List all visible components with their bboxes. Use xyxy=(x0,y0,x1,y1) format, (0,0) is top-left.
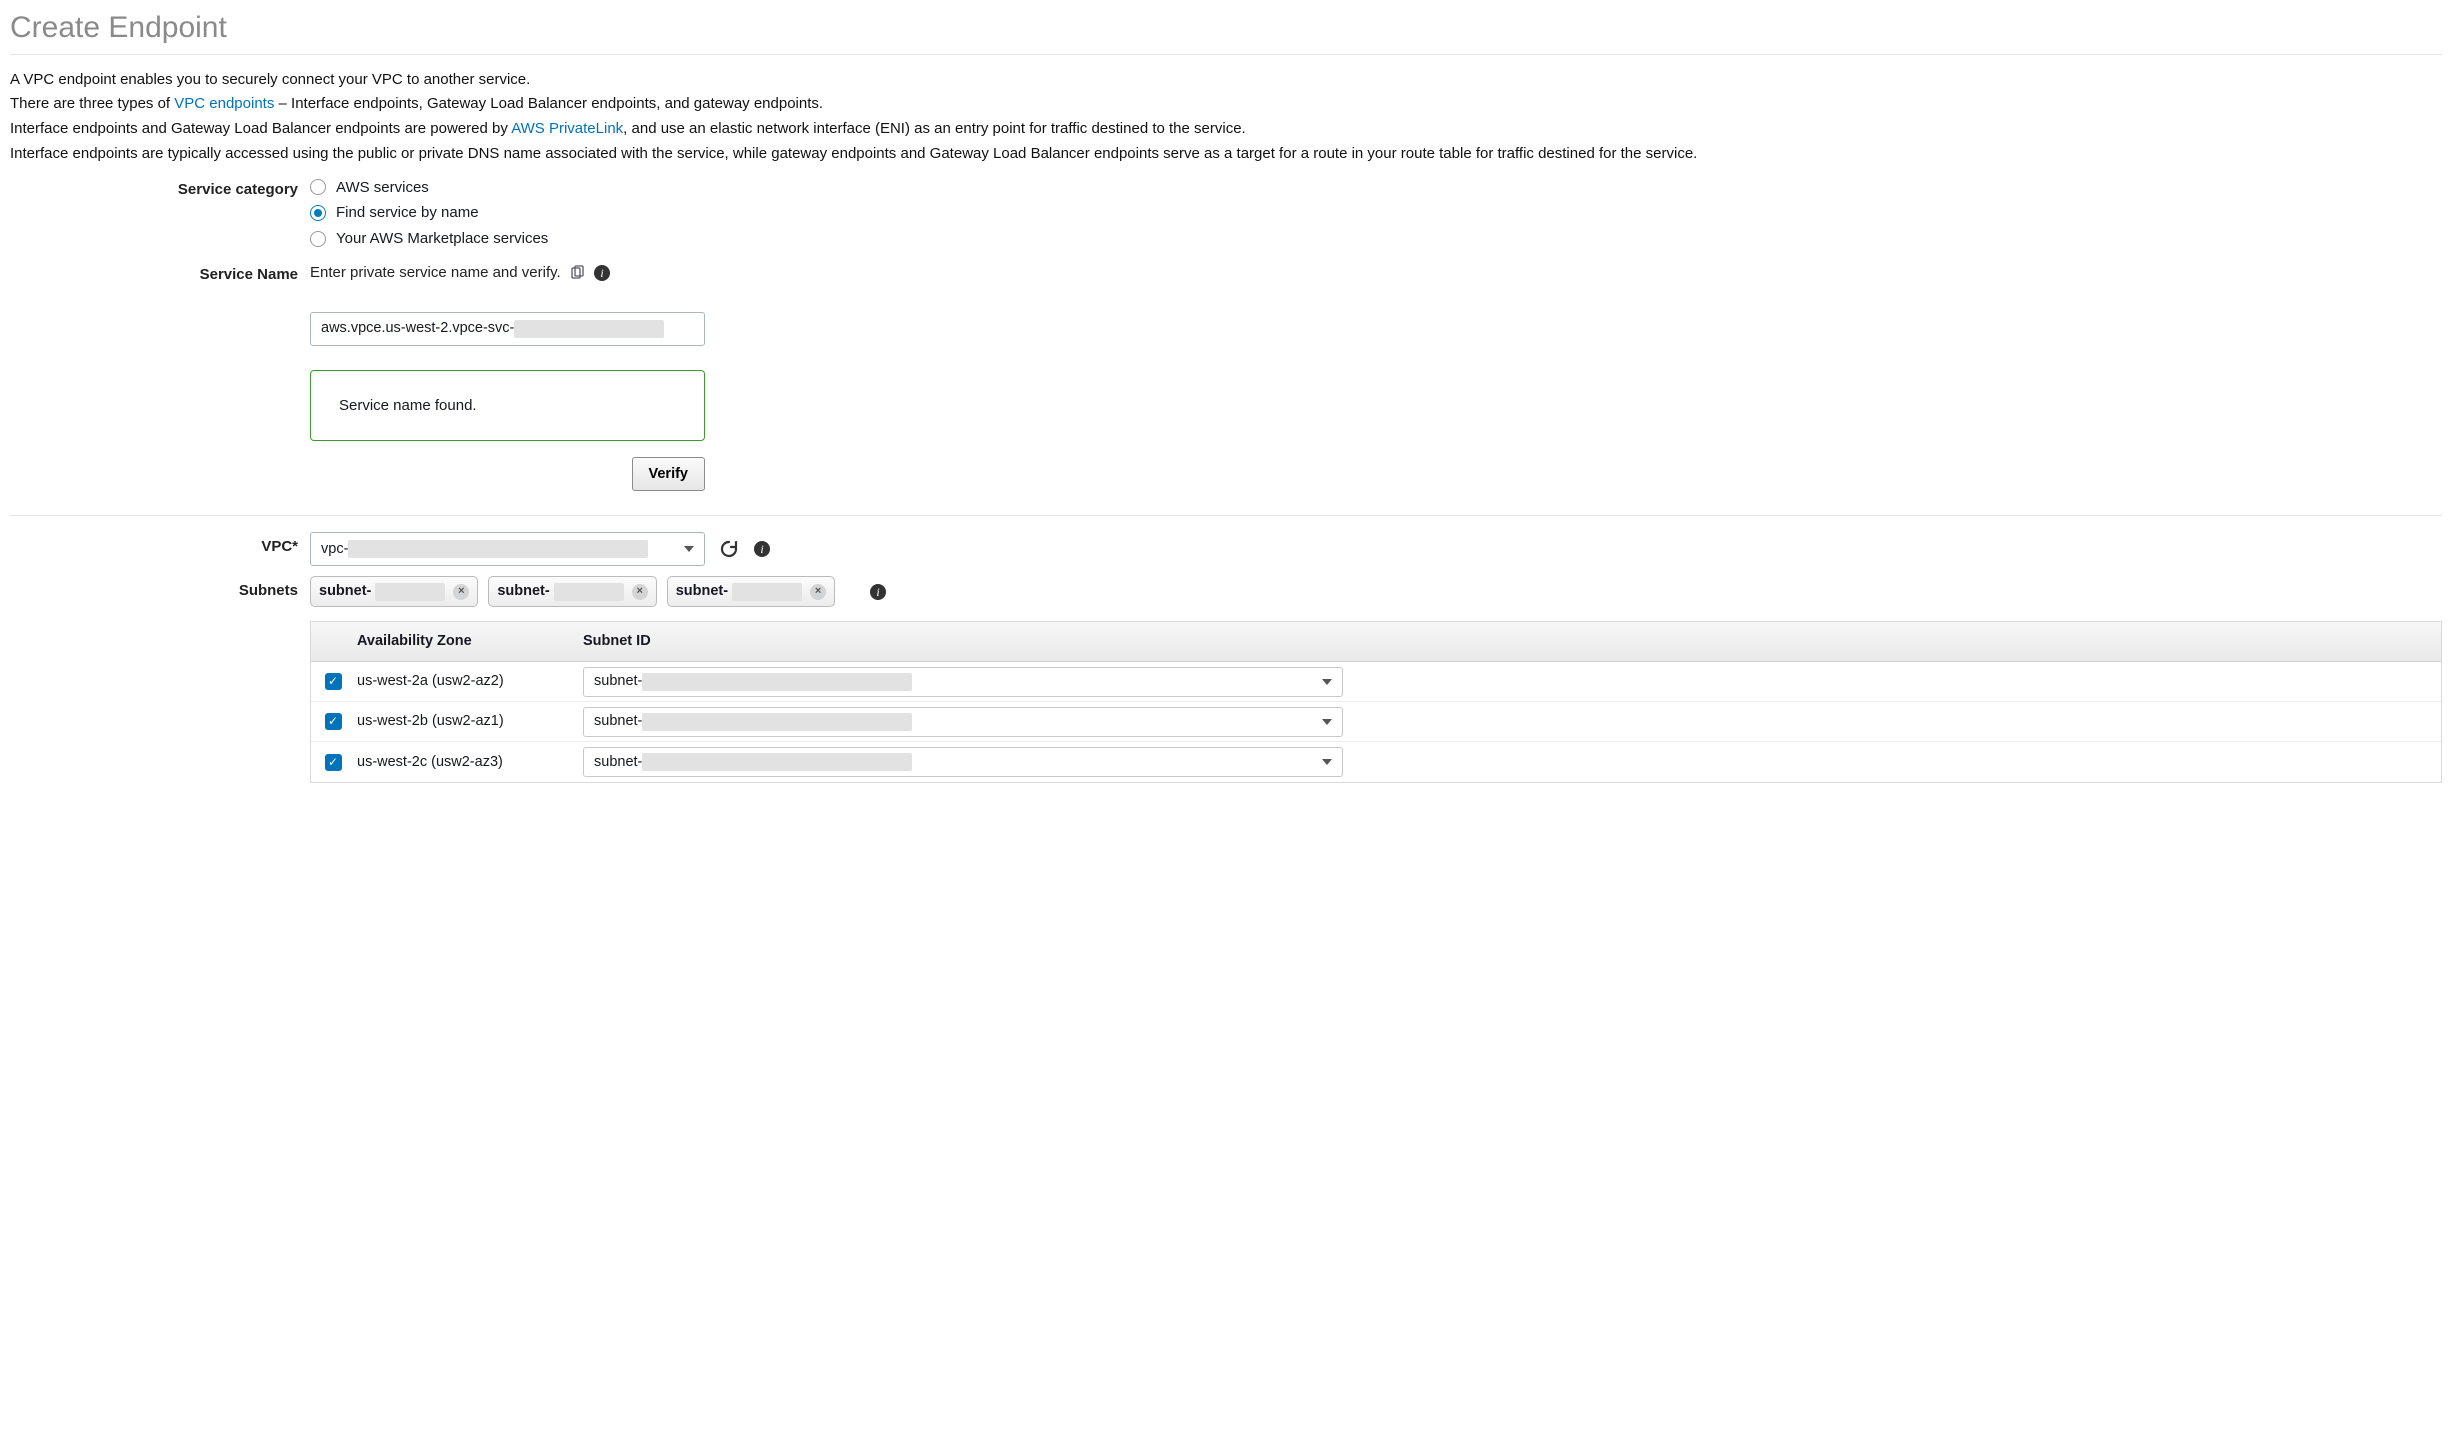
subnet-id-select[interactable]: subnet- xyxy=(583,707,1343,737)
table-row: ✓ us-west-2b (usw2-az1)subnet- xyxy=(311,702,2441,742)
masked-value xyxy=(554,583,624,601)
subnet-id-select[interactable]: subnet- xyxy=(583,747,1343,777)
intro-p4: Interface endpoints are typically access… xyxy=(10,143,2442,165)
service-category-label: Service category xyxy=(10,175,310,201)
subnet-chip-label: subnet- xyxy=(497,581,549,602)
info-icon[interactable]: i xyxy=(593,264,611,282)
info-icon[interactable]: i xyxy=(753,540,771,558)
chevron-down-icon xyxy=(1322,759,1332,765)
close-icon[interactable]: × xyxy=(810,584,826,600)
subnet-row-checkbox[interactable]: ✓ xyxy=(325,754,342,771)
table-row: ✓ us-west-2c (usw2-az3)subnet- xyxy=(311,742,2441,782)
svg-text:i: i xyxy=(760,542,763,556)
service-category-option-label: Your AWS Marketplace services xyxy=(336,228,548,250)
subnets-label: Subnets xyxy=(10,576,310,602)
intro-p3: Interface endpoints and Gateway Load Bal… xyxy=(10,118,2442,140)
vpc-endpoints-link[interactable]: VPC endpoints xyxy=(174,95,274,112)
service-category-radio[interactable] xyxy=(310,179,326,195)
subnet-chip[interactable]: subnet- × xyxy=(488,576,656,607)
subnet-chip[interactable]: subnet- × xyxy=(310,576,478,607)
copy-icon[interactable] xyxy=(569,265,585,281)
subnets-table: Availability Zone Subnet ID ✓ us-west-2a … xyxy=(310,621,2442,783)
subnet-chip-label: subnet- xyxy=(676,581,728,602)
info-icon[interactable]: i xyxy=(869,583,887,601)
vpc-select[interactable]: vpc- xyxy=(310,532,705,566)
service-name-label: Service Name xyxy=(10,262,310,286)
service-category-option-label: AWS services xyxy=(336,177,429,199)
subnet-chip[interactable]: subnet- × xyxy=(667,576,835,607)
divider xyxy=(10,54,2442,55)
table-header-az: Availability Zone xyxy=(355,631,581,652)
table-row: ✓ us-west-2a (usw2-az2)subnet- xyxy=(311,662,2441,702)
intro-p2: There are three types of VPC endpoints –… xyxy=(10,93,2442,115)
masked-value xyxy=(732,583,802,601)
refresh-icon[interactable] xyxy=(719,539,739,559)
close-icon[interactable]: × xyxy=(632,584,648,600)
availability-zone-cell: us-west-2c (usw2-az3) xyxy=(355,752,581,773)
subnet-chip-label: subnet- xyxy=(319,581,371,602)
vpc-label: VPC* xyxy=(10,532,310,558)
subnet-row-checkbox[interactable]: ✓ xyxy=(325,713,342,730)
service-category-radio[interactable] xyxy=(310,231,326,247)
availability-zone-cell: us-west-2b (usw2-az1) xyxy=(355,711,581,732)
availability-zone-cell: us-west-2a (usw2-az2) xyxy=(355,671,581,692)
table-header-subnet: Subnet ID xyxy=(581,631,2441,652)
service-name-success: Service name found. xyxy=(310,370,705,442)
service-category-radio[interactable] xyxy=(310,205,326,221)
service-category-option-label: Find service by name xyxy=(336,202,479,224)
verify-button[interactable]: Verify xyxy=(632,457,706,491)
subnet-row-checkbox[interactable]: ✓ xyxy=(325,673,342,690)
chevron-down-icon xyxy=(1322,679,1332,685)
close-icon[interactable]: × xyxy=(453,584,469,600)
divider xyxy=(10,515,2442,516)
page-title: Create Endpoint xyxy=(10,6,2442,50)
service-name-input[interactable]: aws.vpce.us-west-2.vpce-svc- xyxy=(310,312,705,346)
intro-p1: A VPC endpoint enables you to securely c… xyxy=(10,69,2442,91)
subnet-id-select[interactable]: subnet- xyxy=(583,667,1343,697)
svg-text:i: i xyxy=(600,266,603,280)
service-name-hint: Enter private service name and verify. xyxy=(310,262,561,284)
aws-privatelink-link[interactable]: AWS PrivateLink xyxy=(511,120,623,137)
chevron-down-icon xyxy=(1322,719,1332,725)
intro-text: A VPC endpoint enables you to securely c… xyxy=(10,69,2442,165)
masked-value xyxy=(375,583,445,601)
svg-text:i: i xyxy=(876,585,879,599)
chevron-down-icon xyxy=(684,546,694,552)
